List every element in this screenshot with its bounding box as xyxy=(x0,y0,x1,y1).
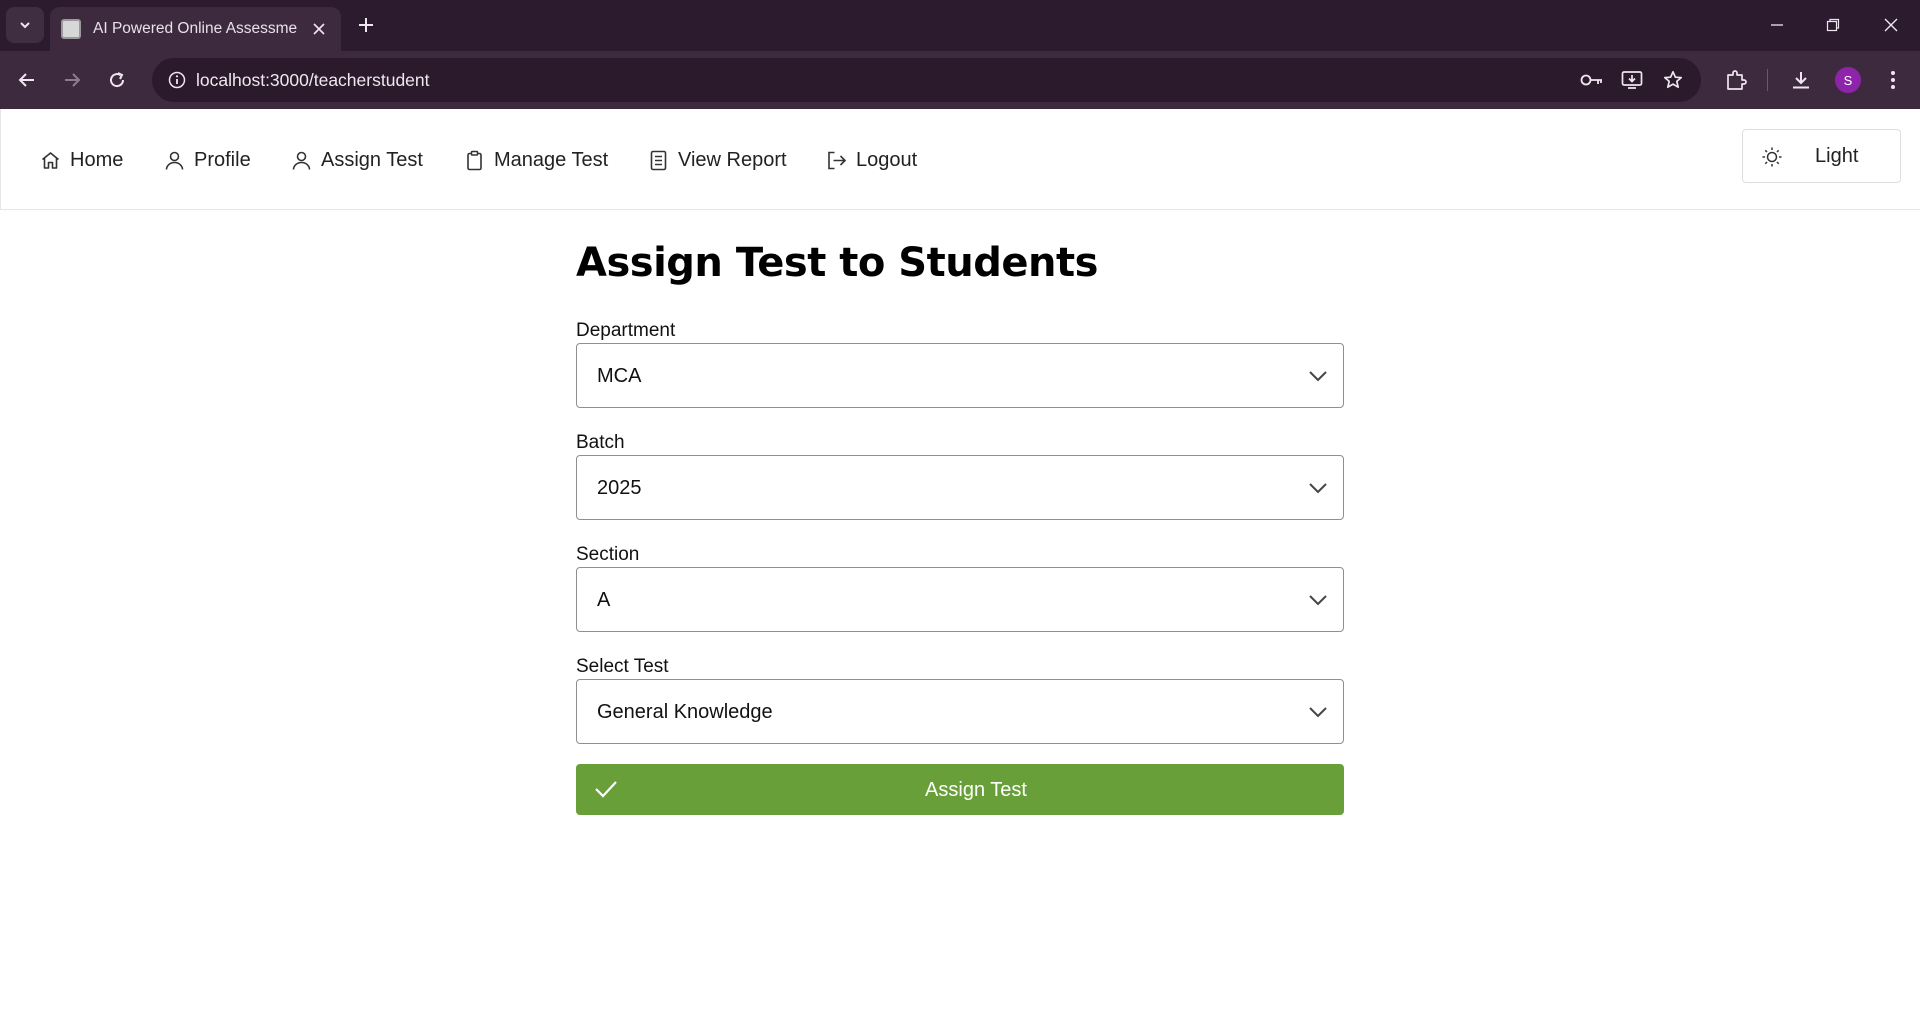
chevron-down-icon xyxy=(1309,595,1327,606)
reload-icon xyxy=(110,72,125,88)
file-icon xyxy=(650,150,667,170)
assign-test-label: Assign Test xyxy=(925,779,1027,801)
nav-item-logout[interactable]: Logout xyxy=(826,147,917,173)
nav-item-label: Assign Test xyxy=(321,148,423,171)
section-value: A xyxy=(597,589,611,611)
browser-menu-button[interactable] xyxy=(1876,63,1910,97)
install-icon xyxy=(1621,71,1643,89)
app-navbar: Home Profile Assign Test Manage Test Vie… xyxy=(0,109,1920,210)
nav-item-label: View Report xyxy=(678,148,787,171)
toolbar-separator xyxy=(1767,69,1768,91)
bookmark-button[interactable] xyxy=(1659,66,1687,94)
nav-item-label: Logout xyxy=(856,148,918,171)
tab-search-button[interactable] xyxy=(6,7,44,43)
batch-select[interactable]: 2025 xyxy=(576,455,1344,520)
page-title: Assign Test to Students xyxy=(576,240,1098,286)
close-icon xyxy=(313,23,325,35)
nav-item-label: Home xyxy=(70,148,124,171)
sign-out-icon xyxy=(828,151,847,169)
arrow-left-icon xyxy=(18,73,34,87)
star-icon xyxy=(1663,70,1683,89)
clipboard-icon xyxy=(467,150,482,170)
batch-label: Batch xyxy=(576,432,625,453)
close-window-button[interactable] xyxy=(1874,8,1908,42)
browser-toolbar: localhost:3000/teacherstudent S xyxy=(0,51,1920,109)
department-value: MCA xyxy=(597,365,642,387)
home-icon xyxy=(41,151,60,169)
test-select[interactable]: General Knowledge xyxy=(576,679,1344,744)
info-icon xyxy=(168,71,186,89)
url-text: localhost:3000/teacherstudent xyxy=(196,70,430,90)
new-tab-button[interactable] xyxy=(354,13,378,37)
tab-close-button[interactable] xyxy=(309,19,329,39)
nav-item-view-report[interactable]: View Report xyxy=(648,147,787,173)
select-test-label: Select Test xyxy=(576,656,669,677)
batch-value: 2025 xyxy=(597,477,642,499)
browser-tabstrip: AI Powered Online Assessment xyxy=(0,0,1920,51)
browser-tab[interactable]: AI Powered Online Assessment xyxy=(50,7,341,51)
reload-button[interactable] xyxy=(100,63,134,97)
nav-item-assign-test[interactable]: Assign Test xyxy=(291,147,423,173)
restore-button[interactable] xyxy=(1816,8,1850,42)
download-icon xyxy=(1793,72,1809,89)
nav-item-home[interactable]: Home xyxy=(40,147,123,173)
puzzle-icon xyxy=(1727,70,1747,90)
arrow-right-icon xyxy=(65,73,81,87)
section-select[interactable]: A xyxy=(576,567,1344,632)
chevron-down-icon xyxy=(1309,483,1327,494)
nav-item-profile[interactable]: Profile xyxy=(164,147,251,173)
sun-icon xyxy=(1762,147,1782,167)
chevron-down-icon xyxy=(1309,371,1327,382)
theme-toggle-label: Light xyxy=(1815,145,1859,167)
section-label: Section xyxy=(576,544,640,565)
chevron-down-icon xyxy=(1309,707,1327,718)
extensions-button[interactable] xyxy=(1719,63,1753,97)
assign-test-button[interactable]: Assign Test xyxy=(576,764,1344,815)
nav-item-manage-test[interactable]: Manage Test xyxy=(464,147,608,173)
favicon-icon xyxy=(61,19,81,39)
tab-title: AI Powered Online Assessment xyxy=(93,20,298,37)
close-icon xyxy=(1884,18,1898,32)
user-icon xyxy=(292,151,311,170)
department-select[interactable]: MCA xyxy=(576,343,1344,408)
minimize-button[interactable] xyxy=(1760,8,1794,42)
user-icon xyxy=(165,151,184,170)
nav-item-label: Manage Test xyxy=(494,148,609,171)
nav-item-label: Profile xyxy=(194,148,251,171)
more-vertical-icon xyxy=(1891,71,1895,89)
address-bar[interactable]: localhost:3000/teacherstudent xyxy=(152,58,1701,102)
back-button[interactable] xyxy=(10,63,44,97)
theme-toggle-button[interactable]: Light xyxy=(1742,129,1901,183)
profile-avatar[interactable]: S xyxy=(1835,67,1861,93)
forward-button[interactable] xyxy=(55,63,89,97)
minimize-icon xyxy=(1771,24,1783,26)
downloads-button[interactable] xyxy=(1784,63,1818,97)
department-label: Department xyxy=(576,320,676,341)
key-icon xyxy=(1580,74,1602,86)
test-value: General Knowledge xyxy=(597,701,773,723)
chevron-down-icon xyxy=(20,22,30,29)
restore-icon xyxy=(1826,18,1840,32)
install-app-button[interactable] xyxy=(1618,66,1646,94)
password-key-button[interactable] xyxy=(1578,66,1606,94)
site-info-button[interactable] xyxy=(162,65,192,95)
plus-icon xyxy=(359,18,373,32)
